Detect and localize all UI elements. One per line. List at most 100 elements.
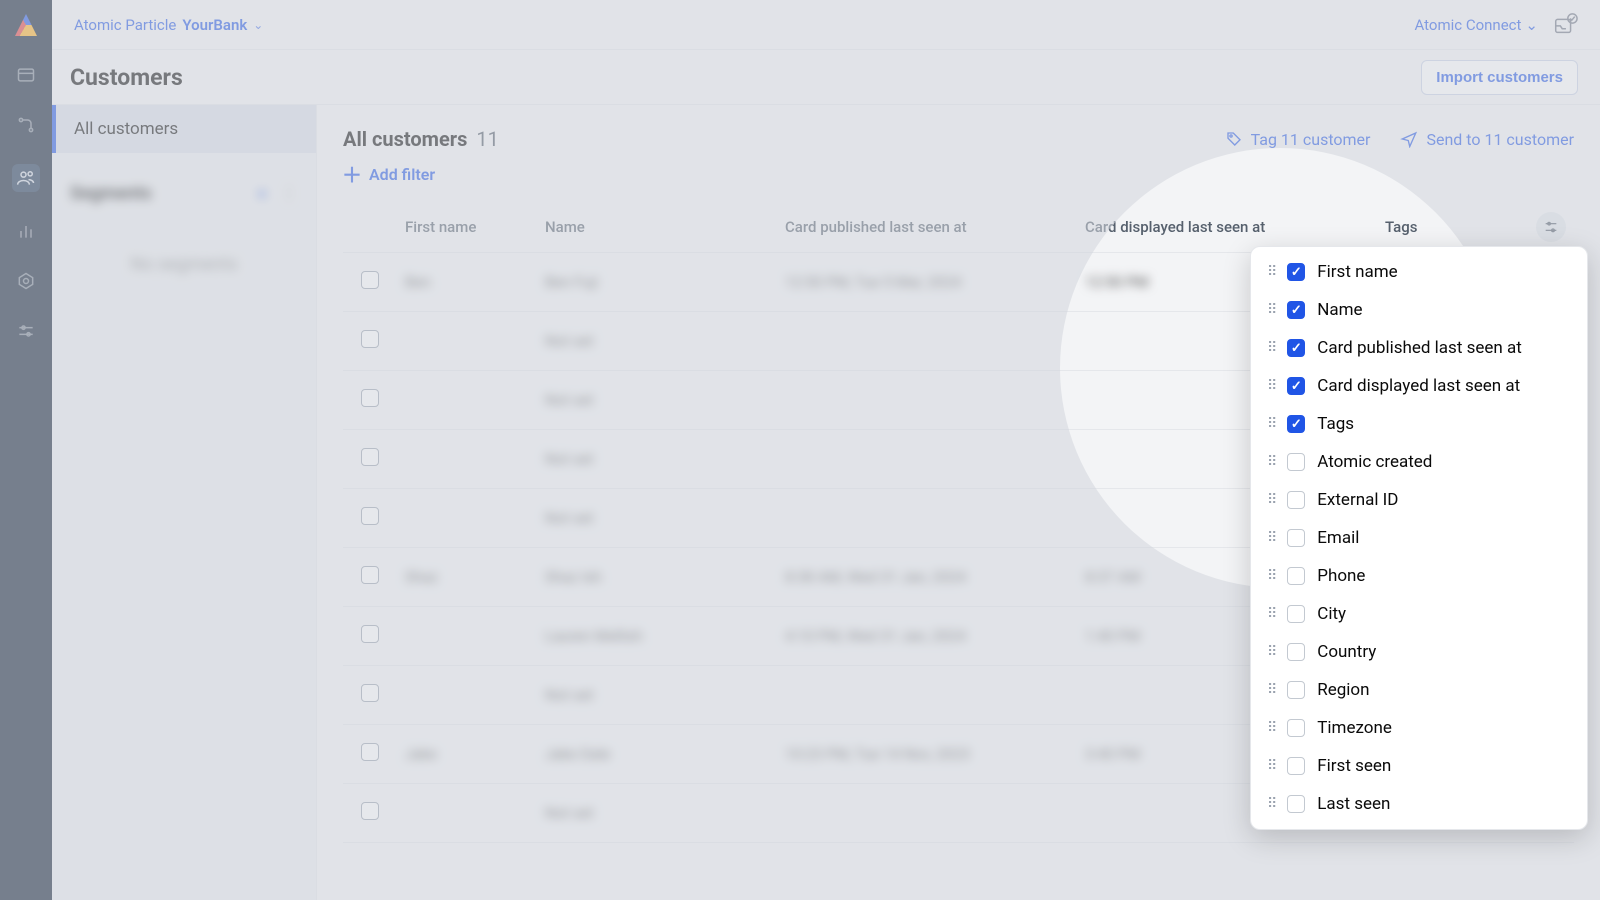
atomic-connect-link[interactable]: Atomic Connect ⌄ xyxy=(1414,16,1538,34)
row-checkbox[interactable] xyxy=(361,389,379,407)
column-picker-menu[interactable]: ⠿ First name ⠿ Name ⠿ Card published las… xyxy=(1250,246,1588,830)
logo-icon xyxy=(15,14,37,36)
column-picker-option[interactable]: ⠿ Timezone xyxy=(1251,709,1587,747)
drag-handle-icon[interactable]: ⠿ xyxy=(1267,758,1275,774)
cell-first-name xyxy=(397,489,537,548)
breadcrumb[interactable]: Atomic Particle YourBank ⌄ xyxy=(74,16,263,34)
column-picker-option[interactable]: ⠿ Phone xyxy=(1251,557,1587,595)
drag-handle-icon[interactable]: ⠿ xyxy=(1267,644,1275,660)
column-picker-option[interactable]: ⠿ First seen xyxy=(1251,747,1587,785)
column-picker-option[interactable]: ⠿ Email xyxy=(1251,519,1587,557)
column-picker-label: Country xyxy=(1317,642,1376,662)
nav-analytics-icon[interactable] xyxy=(15,220,37,242)
column-picker-option[interactable]: ⠿ Last seen xyxy=(1251,785,1587,823)
col-card-displayed[interactable]: Card displayed last seen at xyxy=(1077,202,1377,253)
column-picker-option[interactable]: ⠿ External ID xyxy=(1251,481,1587,519)
column-picker-option[interactable]: ⠿ Region xyxy=(1251,671,1587,709)
row-checkbox[interactable] xyxy=(361,448,379,466)
row-checkbox[interactable] xyxy=(361,684,379,702)
cell-card-published xyxy=(777,666,1077,725)
column-picker-option[interactable]: ⠿ Atomic created xyxy=(1251,443,1587,481)
inbox-status-icon[interactable] xyxy=(1552,12,1578,38)
col-name[interactable]: Name xyxy=(537,202,777,253)
drag-handle-icon[interactable]: ⠿ xyxy=(1267,340,1275,356)
drag-handle-icon[interactable]: ⠿ xyxy=(1267,454,1275,470)
column-picker-checkbox[interactable] xyxy=(1287,491,1305,509)
column-picker-checkbox[interactable] xyxy=(1287,529,1305,547)
atomic-connect-label: Atomic Connect xyxy=(1414,16,1521,34)
column-picker-label: First name xyxy=(1317,262,1397,282)
import-customers-button[interactable]: Import customers xyxy=(1421,60,1578,95)
column-picker-label: Atomic created xyxy=(1317,452,1432,472)
row-checkbox[interactable] xyxy=(361,566,379,584)
column-picker-checkbox[interactable] xyxy=(1287,757,1305,775)
drag-handle-icon[interactable]: ⠿ xyxy=(1267,302,1275,318)
no-segments-placeholder: No segments xyxy=(52,214,316,315)
col-first-name[interactable]: First name xyxy=(397,202,537,253)
cell-name: Not set xyxy=(537,312,777,371)
col-tags[interactable]: Tags xyxy=(1377,202,1524,253)
column-picker-option[interactable]: ⠿ Card displayed last seen at xyxy=(1251,367,1587,405)
column-picker-checkbox[interactable] xyxy=(1287,681,1305,699)
list-title: All customers 11 xyxy=(343,127,499,151)
column-picker-checkbox[interactable] xyxy=(1287,453,1305,471)
column-picker-checkbox[interactable] xyxy=(1287,605,1305,623)
customers-list: All customers 11 Tag 11 customer Send to… xyxy=(317,105,1600,900)
cell-name: Lauren Mellish xyxy=(537,607,777,666)
nav-cards-icon[interactable] xyxy=(15,64,37,86)
column-picker-option[interactable]: ⠿ First name xyxy=(1251,253,1587,291)
column-picker-option[interactable]: ⠿ Name xyxy=(1251,291,1587,329)
nav-sliders-icon[interactable] xyxy=(15,320,37,342)
drag-handle-icon[interactable]: ⠿ xyxy=(1267,682,1275,698)
row-checkbox[interactable] xyxy=(361,802,379,820)
nav-settings-icon[interactable] xyxy=(15,270,37,292)
column-picker-option[interactable]: ⠿ Card published last seen at xyxy=(1251,329,1587,367)
row-checkbox[interactable] xyxy=(361,271,379,289)
column-picker-checkbox[interactable] xyxy=(1287,377,1305,395)
row-checkbox[interactable] xyxy=(361,330,379,348)
column-picker-label: Name xyxy=(1317,300,1362,320)
cell-first-name: Ben xyxy=(397,253,537,312)
column-picker-checkbox[interactable] xyxy=(1287,339,1305,357)
column-picker-option[interactable]: ⠿ City xyxy=(1251,595,1587,633)
send-to-customers-button[interactable]: Send to 11 customer xyxy=(1400,130,1574,149)
row-checkbox[interactable] xyxy=(361,625,379,643)
drag-handle-icon[interactable]: ⠿ xyxy=(1267,568,1275,584)
column-picker-checkbox[interactable] xyxy=(1287,643,1305,661)
row-checkbox[interactable] xyxy=(361,507,379,525)
drag-handle-icon[interactable]: ⠿ xyxy=(1267,264,1275,280)
column-picker-checkbox[interactable] xyxy=(1287,719,1305,737)
drag-handle-icon[interactable]: ⠿ xyxy=(1267,606,1275,622)
column-picker-checkbox[interactable] xyxy=(1287,415,1305,433)
customers-sidebar: All customers Segments ⋮ No segments xyxy=(52,105,317,900)
drag-handle-icon[interactable]: ⠿ xyxy=(1267,530,1275,546)
add-filter-button[interactable]: ＋ Add filter xyxy=(317,161,1600,202)
drag-handle-icon[interactable]: ⠿ xyxy=(1267,720,1275,736)
column-picker-checkbox[interactable] xyxy=(1287,795,1305,813)
row-checkbox[interactable] xyxy=(361,743,379,761)
topbar: Atomic Particle YourBank ⌄ Atomic Connec… xyxy=(52,0,1600,50)
cell-card-published: 12:50 PM, Tue 5 Mar, 2024 xyxy=(777,253,1077,312)
cell-name: Not set xyxy=(537,666,777,725)
column-picker-checkbox[interactable] xyxy=(1287,567,1305,585)
column-picker-option[interactable]: ⠿ Country xyxy=(1251,633,1587,671)
drag-handle-icon[interactable]: ⠿ xyxy=(1267,492,1275,508)
drag-handle-icon[interactable]: ⠿ xyxy=(1267,796,1275,812)
column-picker-label: Region xyxy=(1317,680,1369,700)
nav-customers-icon[interactable] xyxy=(12,164,40,192)
column-picker-checkbox[interactable] xyxy=(1287,263,1305,281)
drag-handle-icon[interactable]: ⠿ xyxy=(1267,378,1275,394)
list-header: All customers 11 Tag 11 customer Send to… xyxy=(317,105,1600,161)
col-settings xyxy=(1524,202,1574,253)
column-settings-button[interactable] xyxy=(1536,212,1566,242)
sidebar-all-customers[interactable]: All customers xyxy=(52,105,316,153)
segments-more-icon[interactable]: ⋮ xyxy=(280,183,298,204)
column-picker-checkbox[interactable] xyxy=(1287,301,1305,319)
list-count: 11 xyxy=(476,127,498,151)
drag-handle-icon[interactable]: ⠿ xyxy=(1267,416,1275,432)
col-card-published[interactable]: Card published last seen at xyxy=(777,202,1077,253)
nav-flows-icon[interactable] xyxy=(15,114,37,136)
column-picker-label: Email xyxy=(1317,528,1359,548)
tag-customers-button[interactable]: Tag 11 customer xyxy=(1225,130,1371,149)
column-picker-option[interactable]: ⠿ Tags xyxy=(1251,405,1587,443)
